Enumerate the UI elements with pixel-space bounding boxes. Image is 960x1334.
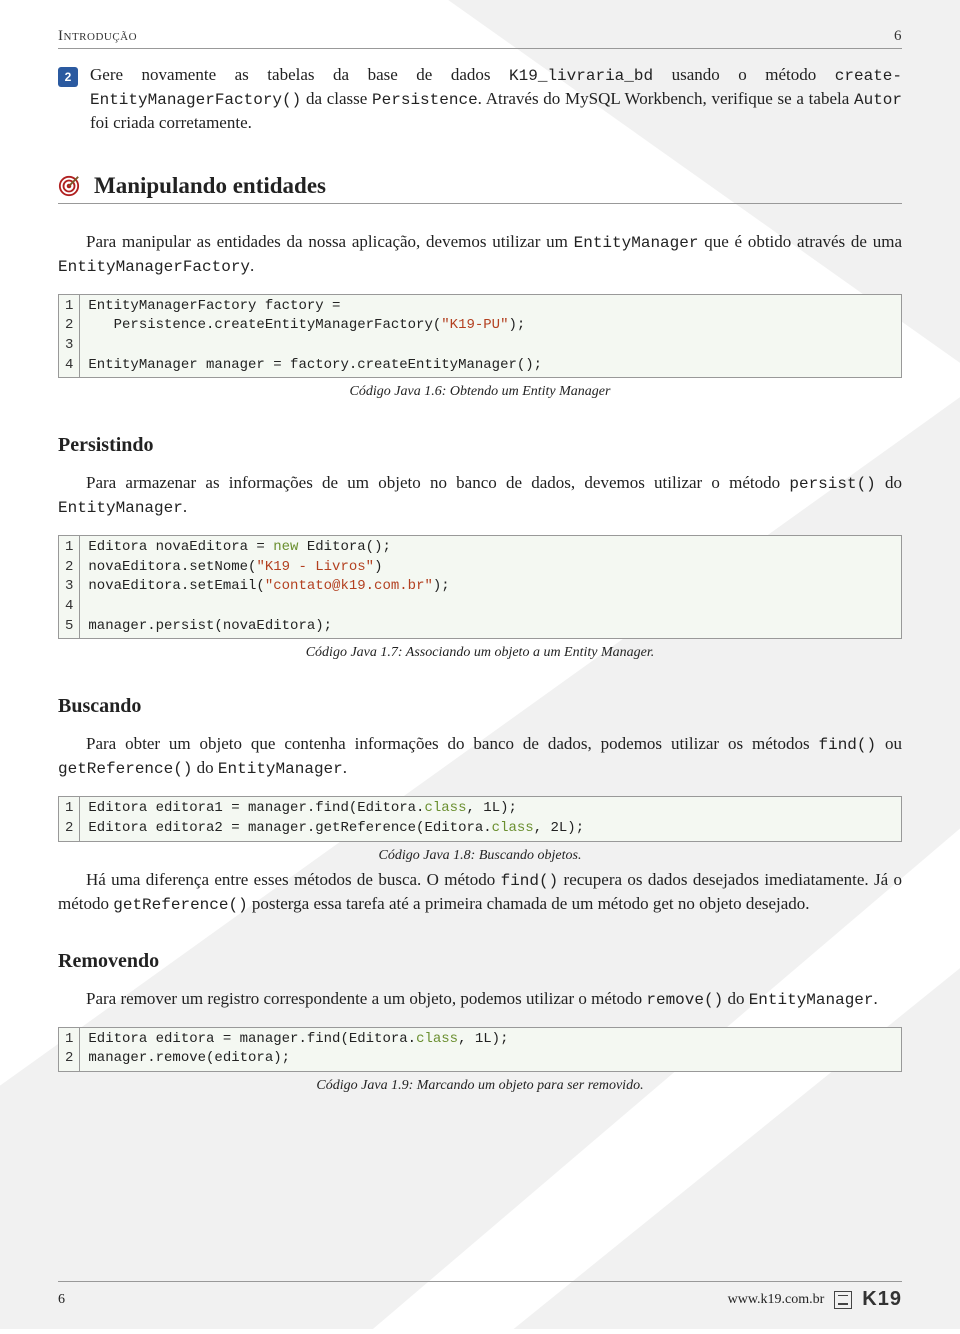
step-number-badge: 2 xyxy=(58,67,78,87)
header-page-number: 6 xyxy=(894,28,902,45)
section-title: Manipulando entidades xyxy=(94,173,326,199)
code-body: Editora editora = manager.find(Editora.c… xyxy=(80,1028,516,1071)
paragraph: Para obter um objeto que contenha inform… xyxy=(58,732,902,780)
code-block-3: 1 2 Editora editora1 = manager.find(Edit… xyxy=(58,796,902,841)
exercise-step: 2 Gere novamente as tabelas da base de d… xyxy=(58,63,902,135)
code-gutter: 1 2 3 4 xyxy=(59,295,80,377)
paragraph: Para remover um registro correspondente … xyxy=(58,987,902,1011)
code-caption: Código Java 1.7: Associando um objeto a … xyxy=(58,645,902,661)
footer-branding: www.k19.com.br K19 xyxy=(728,1288,902,1311)
subheading: Persistindo xyxy=(58,434,902,457)
subheading: Buscando xyxy=(58,695,902,718)
code-gutter: 1 2 3 4 5 xyxy=(59,536,80,638)
header-section: Introdução xyxy=(58,28,137,45)
step-text: Gere novamente as tabelas da base de dad… xyxy=(90,63,902,135)
paragraph: Para armazenar as informações de um obje… xyxy=(58,471,902,519)
code-gutter: 1 2 xyxy=(59,1028,80,1071)
code-block-1: 1 2 3 4 EntityManagerFactory factory = P… xyxy=(58,294,902,378)
code-block-2: 1 2 3 4 5 Editora novaEditora = new Edit… xyxy=(58,535,902,639)
code-caption: Código Java 1.9: Marcando um objeto para… xyxy=(58,1078,902,1094)
target-icon xyxy=(58,175,80,197)
code-body: Editora editora1 = manager.find(Editora.… xyxy=(80,797,592,840)
footer-url: www.k19.com.br xyxy=(728,1292,825,1308)
paragraph: Para manipular as entidades da nossa apl… xyxy=(58,230,902,278)
code-caption: Código Java 1.8: Buscando objetos. xyxy=(58,848,902,864)
code-caption: Código Java 1.6: Obtendo um Entity Manag… xyxy=(58,384,902,400)
code-gutter: 1 2 xyxy=(59,797,80,840)
section-heading: Manipulando entidades xyxy=(58,173,902,204)
logo-text: K19 xyxy=(862,1288,902,1311)
page-footer: 6 www.k19.com.br K19 xyxy=(58,1281,902,1311)
subheading: Removendo xyxy=(58,950,902,973)
code-block-4: 1 2 Editora editora = manager.find(Edito… xyxy=(58,1027,902,1072)
page-header: Introdução 6 xyxy=(58,28,902,49)
footer-page-number: 6 xyxy=(58,1292,65,1308)
code-body: EntityManagerFactory factory = Persisten… xyxy=(80,295,550,377)
paragraph: Há uma diferença entre esses métodos de … xyxy=(58,868,902,916)
logo-icon xyxy=(834,1291,852,1309)
code-body: Editora novaEditora = new Editora(); nov… xyxy=(80,536,457,638)
